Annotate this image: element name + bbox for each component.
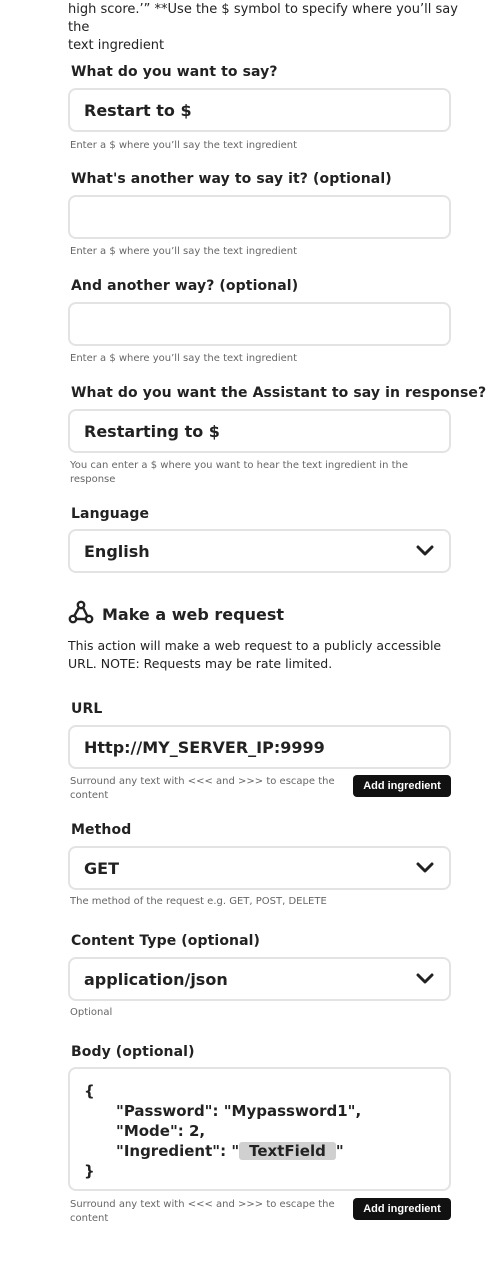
response-helper: You can enter a $ where you want to hear… bbox=[70, 459, 440, 487]
webhook-icon bbox=[68, 599, 94, 629]
webrequest-title: Make a web request bbox=[102, 604, 284, 624]
body-ingredient-prefix: "Ingredient": " bbox=[116, 1142, 240, 1160]
body-line-ingredient: "Ingredient": " TextField " bbox=[84, 1141, 435, 1161]
body-label: Body (optional) bbox=[71, 1044, 195, 1060]
chevron-down-icon bbox=[407, 858, 443, 878]
phrase1-helper: Enter a $ where you’ll say the text ingr… bbox=[70, 140, 298, 151]
url-add-ingredient-button[interactable]: Add ingredient bbox=[353, 775, 451, 797]
url-input[interactable]: Http://MY_SERVER_IP:9999 bbox=[68, 725, 451, 769]
webrequest-desc-line-1: This action will make a web request to a… bbox=[68, 638, 442, 653]
url-helper-line-1: Surround any text with <<< and >>> to es… bbox=[70, 776, 335, 787]
phrase1-value: Restart to $ bbox=[84, 100, 192, 120]
phrase1-label: What do you want to say? bbox=[71, 64, 278, 80]
body-close-brace: } bbox=[84, 1162, 95, 1180]
body-open-brace: { bbox=[84, 1082, 95, 1100]
chevron-down-icon bbox=[407, 541, 443, 561]
phrase2-label: What's another way to say it? (optional) bbox=[71, 171, 392, 187]
method-selected: GET bbox=[84, 858, 119, 878]
language-label: Language bbox=[71, 506, 150, 522]
url-helper: Surround any text with <<< and >>> to es… bbox=[70, 775, 345, 803]
intro-text: high score.’” **Use the $ symbol to spec… bbox=[68, 1, 468, 55]
body-textarea[interactable]: { "Password": "Mypassword1", "Mode": 2, … bbox=[68, 1067, 451, 1191]
url-helper-line-2: content bbox=[70, 790, 109, 801]
method-helper: The method of the request e.g. GET, POST… bbox=[70, 896, 327, 907]
content-type-select[interactable]: application/json bbox=[68, 957, 451, 1001]
body-add-ingredient-button[interactable]: Add ingredient bbox=[353, 1198, 451, 1220]
content-type-selected: application/json bbox=[84, 969, 228, 989]
intro-line-1: high score.’” **Use the $ symbol to spec… bbox=[68, 2, 458, 35]
response-value: Restarting to $ bbox=[84, 421, 220, 441]
phrase2-input[interactable] bbox=[68, 195, 451, 239]
body-helper: Surround any text with <<< and >>> to es… bbox=[70, 1198, 345, 1226]
body-ingredient-suffix: " bbox=[335, 1142, 344, 1160]
url-value: Http://MY_SERVER_IP:9999 bbox=[84, 737, 325, 757]
method-select[interactable]: GET bbox=[68, 846, 451, 890]
webrequest-description: This action will make a web request to a… bbox=[68, 637, 448, 673]
intro-line-2: text ingredient bbox=[68, 38, 165, 53]
phrase3-helper: Enter a $ where you’ll say the text ingr… bbox=[70, 353, 298, 364]
phrase1-input[interactable]: Restart to $ bbox=[68, 88, 451, 132]
response-helper-line-1: You can enter a $ where you want to hear… bbox=[70, 460, 409, 471]
phrase2-helper: Enter a $ where you’ll say the text ingr… bbox=[70, 246, 298, 257]
content-type-label: Content Type (optional) bbox=[71, 933, 261, 949]
response-input[interactable]: Restarting to $ bbox=[68, 409, 451, 453]
body-helper-line-2: content bbox=[70, 1213, 109, 1224]
response-label: What do you want the Assistant to say in… bbox=[71, 385, 487, 401]
webrequest-desc-line-2: URL. NOTE: Requests may be rate limited. bbox=[68, 656, 333, 671]
textfield-ingredient-pill[interactable]: TextField bbox=[239, 1142, 336, 1160]
webrequest-heading: Make a web request bbox=[68, 599, 284, 629]
body-helper-line-1: Surround any text with <<< and >>> to es… bbox=[70, 1199, 335, 1210]
chevron-down-icon bbox=[407, 969, 443, 989]
method-label: Method bbox=[71, 822, 132, 838]
body-line-mode: "Mode": 2, bbox=[116, 1122, 206, 1140]
phrase3-label: And another way? (optional) bbox=[71, 278, 299, 294]
phrase3-input[interactable] bbox=[68, 302, 451, 346]
applet-config-form: high score.’” **Use the $ symbol to spec… bbox=[0, 0, 502, 1262]
body-line-password: "Password": "Mypassword1", bbox=[116, 1102, 362, 1120]
response-helper-line-2: response bbox=[70, 474, 116, 485]
content-type-helper: Optional bbox=[70, 1007, 113, 1018]
language-select[interactable]: English bbox=[68, 529, 451, 573]
url-label: URL bbox=[71, 701, 103, 717]
language-selected: English bbox=[84, 541, 150, 561]
